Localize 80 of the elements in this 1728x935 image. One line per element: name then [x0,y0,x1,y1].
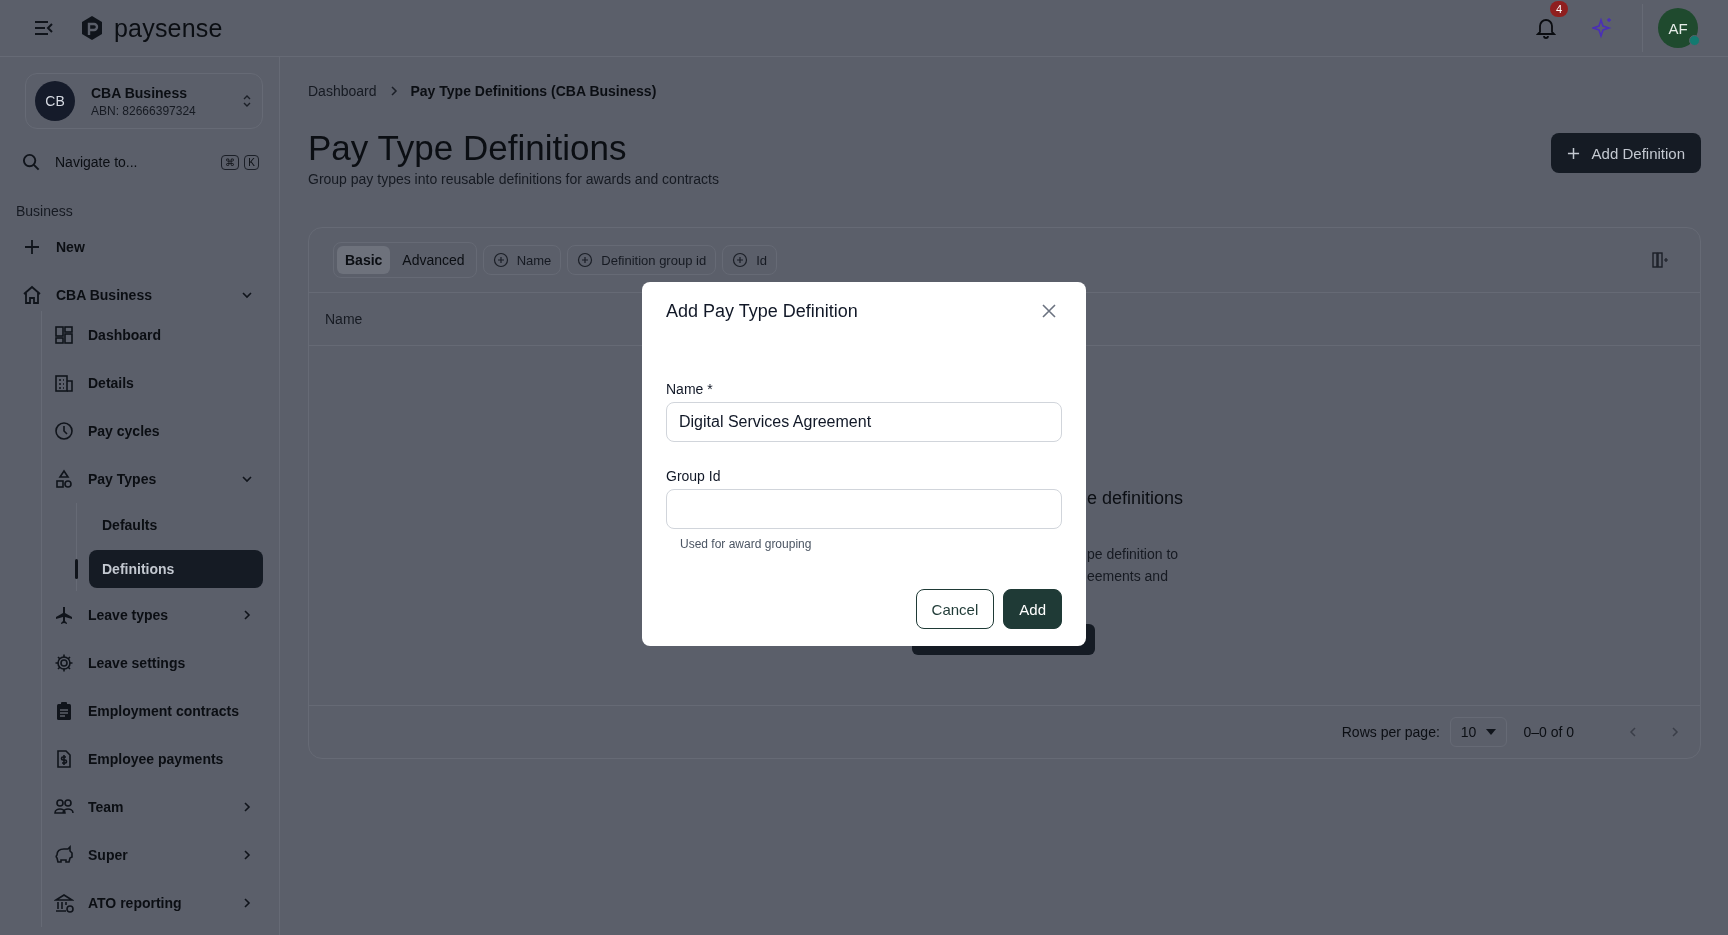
sidebar-item[interactable]: Pay Types [54,455,263,503]
plus-icon [22,237,42,257]
close-icon[interactable] [1042,304,1056,318]
page-title: Pay Type Definitions [308,127,628,169]
nav-icon [54,469,74,489]
search-placeholder: Navigate to... [55,154,139,170]
rows-per-page-label: Rows per page: [1341,724,1440,740]
add-circle-icon [732,252,749,268]
empty-state-heading: e definitions [1087,488,1185,509]
sidebar-subitem[interactable]: Definitions [89,550,263,588]
sidebar-item[interactable]: Employment contracts [54,687,263,735]
section-label: Business [16,203,74,219]
next-page-icon[interactable] [1670,726,1680,738]
nav-icon [54,373,74,393]
nav-icon [54,893,74,913]
business-name: CBA Business [91,84,188,101]
dialog-title: Add Pay Type Definition [666,300,858,322]
nav-icon [54,325,74,345]
logo-text: paysense [114,13,223,43]
rows-per-page-select[interactable]: 10 [1449,717,1508,747]
add-definition-button[interactable]: Add Definition [1550,133,1701,173]
add-column-icon[interactable] [1652,252,1670,268]
sidebar-item[interactable]: Leave types [54,591,263,639]
empty-state-text: eements and [1087,567,1169,586]
sidebar-item[interactable]: Leave settings [54,639,263,687]
nav-icon [54,845,74,865]
add-button[interactable]: Add [1003,589,1062,629]
menu-icon[interactable] [34,20,54,36]
sidebar-item[interactable]: ATO reporting [54,879,263,927]
filter-chip[interactable]: Name [482,245,562,275]
user-avatar[interactable]: AF [1658,8,1698,48]
pagination-range: 0–0 of 0 [1523,724,1574,740]
column-header: Name [325,311,363,327]
navigate-search[interactable]: Navigate to... ⌘ K [16,147,263,177]
filter-mode-tab[interactable]: Advanced [394,246,473,274]
new-item[interactable]: New [16,223,263,271]
previous-page-icon[interactable] [1628,726,1638,738]
sidebar-item[interactable]: Employee payments [54,735,263,783]
field-label: Group Id [666,468,722,484]
business-avatar: CB [35,81,75,121]
filter-mode-tab[interactable]: Basic [337,246,391,274]
filter-chip[interactable]: Id [722,245,777,275]
dropdown-caret-icon [1486,729,1497,735]
filter-chip[interactable]: Definition group id [567,245,717,275]
field-hint: Used for award grouping [680,537,813,551]
input-field[interactable] [666,489,1062,529]
add-circle-icon [577,252,594,268]
search-icon [22,152,41,172]
nav-icon [54,701,74,721]
sidebar-item[interactable]: Details [54,359,263,407]
input-field[interactable]: Digital Services Agreement [666,402,1062,442]
online-status-dot [1689,35,1700,46]
breadcrumb-link[interactable]: Dashboard [308,83,377,99]
logo-icon [80,15,104,41]
breadcrumb-separator-icon [388,85,399,97]
sidebar-item[interactable]: Pay cycles [54,407,263,455]
add-circle-icon [492,252,509,268]
nav-icon [54,421,74,441]
nav-icon [54,605,74,625]
plus-icon [1566,146,1580,160]
nav-icon [54,797,74,817]
nav-icon [54,653,74,673]
sparkle-icon[interactable] [1592,17,1614,39]
sidebar-subitem[interactable]: Defaults [89,506,263,544]
empty-state-text: pe definition to [1087,545,1180,564]
page-subtitle: Group pay types into reusable definitions for awards and contracts [308,171,720,187]
nav-icon [54,749,74,769]
notification-badge: 4 [1550,1,1569,17]
breadcrumb-current: Pay Type Definitions (CBA Business) [410,83,657,99]
shortcut-key: ⌘ [221,154,240,170]
cancel-button[interactable]: Cancel [915,589,995,629]
business-abn: ABN: 82666397324 [91,103,197,118]
notification-bell-icon[interactable] [1536,17,1556,39]
sidebar-item[interactable]: Team [54,783,263,831]
sort-caret-icon [242,93,252,109]
sidebar-item[interactable]: Super [54,831,263,879]
business-switcher[interactable]: CB CBA Business ABN: 82666397324 [25,73,263,129]
shortcut-key: K [244,154,259,170]
home-icon [22,285,42,305]
field-label: Name * [666,381,714,397]
